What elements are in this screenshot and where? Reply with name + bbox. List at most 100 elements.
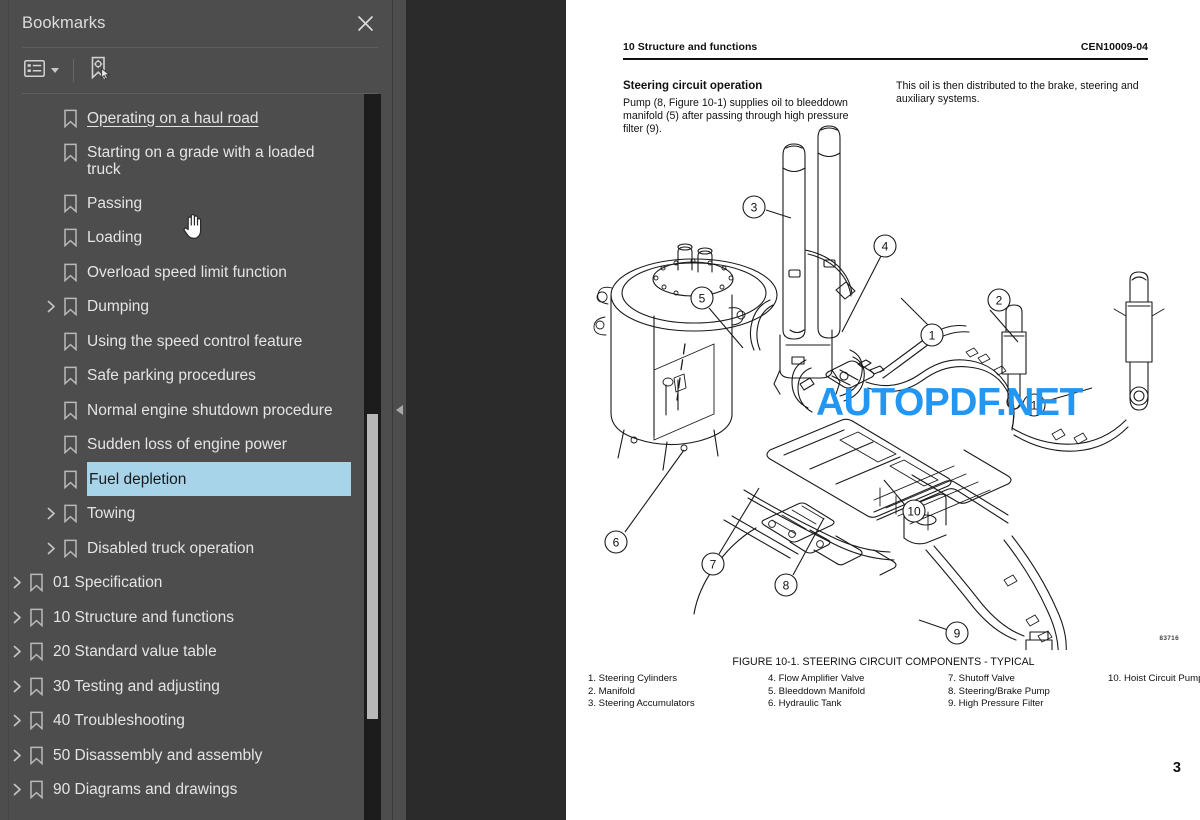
twisty-spacer xyxy=(42,359,60,393)
steering-circuit-figure: 3 4 5 2 1 1 10 6 7 8 9 xyxy=(574,120,1194,650)
bookmark-icon xyxy=(26,635,46,669)
bookmark-item[interactable]: 50 Disassembly and assembly xyxy=(0,738,392,773)
legend-item: 3. Steering Accumulators xyxy=(588,698,695,710)
twisty-spacer xyxy=(42,462,60,496)
bookmark-item[interactable]: 40 Troubleshooting xyxy=(0,704,392,739)
legend-column: 1. Steering Cylinders 2. Manifold 3. Ste… xyxy=(588,673,768,711)
bookmarks-scrollbar-track[interactable] xyxy=(364,94,381,820)
bookmark-icon xyxy=(60,101,80,135)
bookmark-item[interactable]: Normal engine shutdown procedure xyxy=(0,393,392,428)
bookmarks-scrollbar-thumb[interactable] xyxy=(367,414,378,719)
svg-text:5: 5 xyxy=(699,292,706,306)
bookmark-icon xyxy=(60,324,80,358)
header-right-text: CEN10009-04 xyxy=(1080,41,1148,53)
svg-text:6: 6 xyxy=(613,536,620,550)
bookmarks-scroll-area[interactable]: Operating on a haul road Starting on a gr… xyxy=(0,94,392,820)
bookmark-label: Starting on a grade with a loaded truck xyxy=(87,144,315,178)
bookmark-icon xyxy=(60,393,80,427)
bookmark-label: Fuel depletion xyxy=(86,461,352,497)
chevron-right-icon[interactable] xyxy=(8,773,26,807)
chevron-right-icon[interactable] xyxy=(8,738,26,772)
legend-item: 6. Hydraulic Tank xyxy=(768,698,842,710)
bookmark-item[interactable]: 01 Specification xyxy=(0,566,392,601)
twisty-spacer xyxy=(42,221,60,255)
chevron-right-icon[interactable] xyxy=(42,531,60,565)
bookmark-item[interactable]: 10 Structure and functions xyxy=(0,600,392,635)
figure-id-number: 83716 xyxy=(1159,635,1179,642)
bookmark-item[interactable]: 20 Standard value table xyxy=(0,635,392,670)
legend-item: 4. Flow Amplifier Valve xyxy=(768,673,865,684)
twisty-spacer xyxy=(42,136,60,170)
list-options-icon xyxy=(24,59,45,82)
bookmark-label: Dumping xyxy=(87,298,150,315)
bookmark-item[interactable]: Operating on a haul road xyxy=(0,101,392,136)
pdf-viewer-window: Bookmarks Operating on a haul road Start… xyxy=(0,0,1200,820)
svg-text:9: 9 xyxy=(954,627,961,641)
figure-caption: FIGURE 10-1. STEERING CIRCUIT COMPONENTS… xyxy=(732,656,1035,668)
chevron-down-icon xyxy=(51,68,59,73)
chevron-right-icon[interactable] xyxy=(42,290,60,324)
bookmarks-toolbar xyxy=(0,48,392,93)
legend-item: 1. Steering Cylinders xyxy=(588,673,678,684)
bookmark-item[interactable]: Dumping xyxy=(0,290,392,325)
chevron-right-icon[interactable] xyxy=(8,566,26,600)
chevron-right-icon[interactable] xyxy=(42,497,60,531)
bookmark-label: Overload speed limit function xyxy=(87,263,287,281)
chevron-right-icon[interactable] xyxy=(8,669,26,703)
twisty-spacer xyxy=(42,324,60,358)
bookmark-icon xyxy=(26,600,46,634)
twisty-spacer xyxy=(42,393,60,427)
panel-title: Bookmarks xyxy=(22,14,106,32)
bookmark-item[interactable]: Sudden loss of engine power xyxy=(0,428,392,463)
bookmark-icon xyxy=(26,704,46,738)
bookmark-icon xyxy=(60,221,80,255)
chevron-right-icon[interactable] xyxy=(8,704,26,738)
bookmark-item[interactable]: Loading xyxy=(0,221,392,256)
pdf-page[interactable]: 10 Structure and functions CEN10009-04 S… xyxy=(566,0,1200,820)
legend-item: 2. Manifold xyxy=(588,685,635,697)
chevron-right-icon[interactable] xyxy=(8,635,26,669)
list-options-button[interactable] xyxy=(20,56,63,86)
twisty-spacer xyxy=(42,428,60,462)
figure-legend: 1. Steering Cylinders 2. Manifold 3. Ste… xyxy=(588,673,1200,711)
bookmark-item[interactable]: Disabled truck operation xyxy=(0,531,392,566)
bookmark-label: Sudden loss of engine power xyxy=(87,436,287,453)
bookmark-item[interactable]: Starting on a grade with a loaded truck xyxy=(0,136,392,187)
bookmarks-panel: Bookmarks Operating on a haul road Start… xyxy=(0,0,393,820)
document-viewer: 10 Structure and functions CEN10009-04 S… xyxy=(393,0,1200,820)
bookmark-item[interactable]: Overload speed limit function xyxy=(0,255,392,290)
bookmark-icon xyxy=(26,566,46,600)
bookmark-label: Disabled truck operation xyxy=(87,539,255,557)
bookmark-label: 30 Testing and adjusting xyxy=(53,677,220,695)
bookmark-item[interactable]: 90 Diagrams and drawings xyxy=(0,773,392,808)
bookmark-item[interactable]: 30 Testing and adjusting xyxy=(0,669,392,704)
bookmark-item[interactable]: Using the speed control feature xyxy=(0,324,392,359)
twisty-spacer xyxy=(42,101,60,135)
svg-text:4: 4 xyxy=(882,240,889,254)
scrollbar-track-outer[interactable] xyxy=(381,94,392,820)
svg-text:7: 7 xyxy=(710,558,717,572)
bookmark-icon xyxy=(60,428,80,462)
chevron-right-icon[interactable] xyxy=(8,600,26,634)
close-icon[interactable] xyxy=(352,11,378,37)
sidebar-collapse-handle[interactable] xyxy=(393,0,406,820)
bookmark-label: 90 Diagrams and drawings xyxy=(53,781,238,798)
bookmark-label: 50 Disassembly and assembly xyxy=(53,746,263,764)
new-bookmark-button[interactable] xyxy=(85,56,115,86)
svg-text:10: 10 xyxy=(907,505,921,519)
bookmark-label: 20 Standard value table xyxy=(53,643,217,660)
bookmark-item[interactable]: Safe parking procedures xyxy=(0,359,392,394)
collapse-left-icon xyxy=(396,405,403,415)
bookmark-item[interactable]: Passing xyxy=(0,186,392,221)
bookmark-item[interactable]: Fuel depletion xyxy=(0,461,392,497)
legend-item: 8. Steering/Brake Pump xyxy=(948,685,1050,697)
bookmarks-panel-header: Bookmarks xyxy=(0,0,392,47)
bookmark-icon xyxy=(60,497,80,531)
header-rule xyxy=(623,58,1148,60)
bookmark-label: Using the speed control feature xyxy=(87,332,303,350)
bookmark-icon xyxy=(60,462,80,496)
svg-text:3: 3 xyxy=(751,201,758,215)
bookmark-item[interactable]: Towing xyxy=(0,497,392,532)
bookmark-icon xyxy=(26,738,46,772)
bookmark-icon xyxy=(60,531,80,565)
